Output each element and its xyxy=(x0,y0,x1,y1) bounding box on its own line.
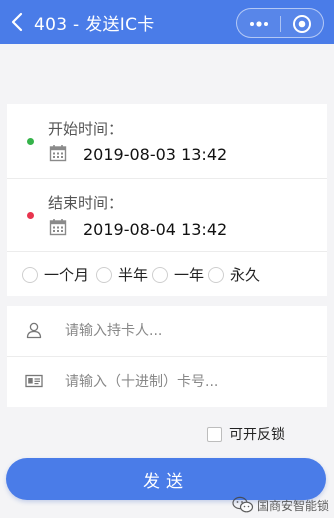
duration-option-half-year[interactable]: 半年 xyxy=(96,264,148,285)
watermark: 国商安智能锁 xyxy=(232,496,329,514)
duration-label: 一年 xyxy=(174,266,205,284)
more-dots-icon[interactable] xyxy=(247,16,271,32)
id-card-icon xyxy=(25,374,43,388)
start-time-label: 开始时间： xyxy=(48,120,124,138)
start-time-row[interactable]: 开始时间： 2019-08-03 13:42 xyxy=(7,104,327,178)
calendar-icon xyxy=(49,219,67,236)
time-card: 开始时间： 2019-08-03 13:42 结束时间： 2019-08-04 … xyxy=(7,104,327,296)
end-time-row[interactable]: 结束时间： 2019-08-04 13:42 xyxy=(7,180,327,250)
radio-button[interactable] xyxy=(152,266,168,283)
menu-capsule xyxy=(236,8,324,38)
duration-label: 半年 xyxy=(118,266,149,284)
nav-bar: 403 - 发送IC卡 xyxy=(0,0,334,44)
person-icon xyxy=(26,322,42,339)
card-number-row xyxy=(7,357,327,407)
end-time-value[interactable]: 2019-08-04 13:42 xyxy=(83,220,227,239)
card-holder-input[interactable] xyxy=(65,318,315,344)
duration-option-month[interactable]: 一个月 xyxy=(22,264,89,285)
radio-button[interactable] xyxy=(208,266,224,283)
card-number-input[interactable] xyxy=(65,369,315,395)
radio-button[interactable] xyxy=(22,266,38,283)
end-time-label: 结束时间： xyxy=(48,194,124,212)
end-dot-icon xyxy=(27,212,34,219)
calendar-icon xyxy=(49,145,67,162)
chevron-left-icon[interactable] xyxy=(10,12,24,32)
page-title: 403 - 发送IC卡 xyxy=(34,15,155,35)
duration-label: 永久 xyxy=(230,266,261,284)
duration-option-permanent[interactable]: 永久 xyxy=(208,264,260,285)
duration-label: 一个月 xyxy=(44,266,90,284)
wechat-icon xyxy=(232,496,254,513)
capsule-divider xyxy=(280,16,281,32)
duration-options: 一个月 半年 一年 永久 xyxy=(7,252,327,296)
reversible-lock-option[interactable]: 可开反锁 xyxy=(207,424,285,444)
send-button[interactable]: 发送 xyxy=(6,458,326,500)
reversible-checkbox[interactable] xyxy=(207,426,222,442)
divider xyxy=(7,178,327,179)
holder-row xyxy=(7,306,327,356)
start-dot-icon xyxy=(27,138,34,145)
radio-button[interactable] xyxy=(96,266,112,283)
duration-option-year[interactable]: 一年 xyxy=(152,264,204,285)
start-time-value[interactable]: 2019-08-03 13:42 xyxy=(83,145,227,164)
target-icon[interactable] xyxy=(292,14,312,34)
watermark-text: 国商安智能锁 xyxy=(257,498,330,513)
reversible-label: 可开反锁 xyxy=(229,427,285,443)
